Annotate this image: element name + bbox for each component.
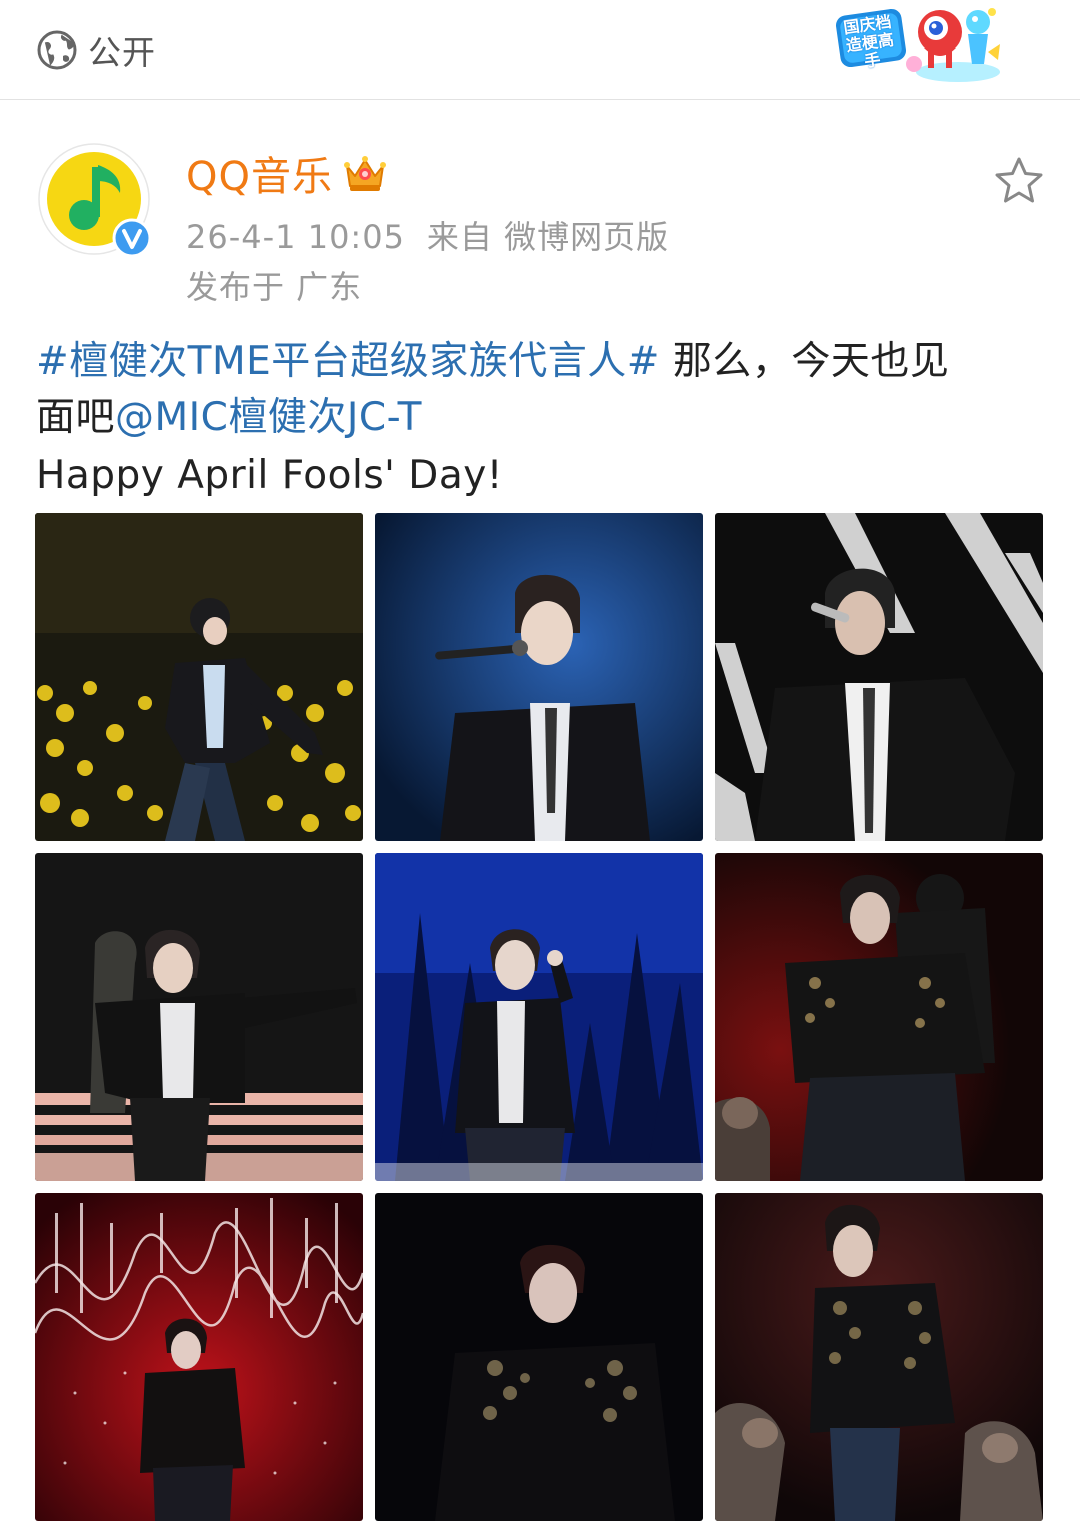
author-row: QQ音乐 [186, 148, 387, 200]
photo-2[interactable] [375, 513, 703, 841]
photo-6-image [715, 853, 1043, 1181]
mention-link[interactable]: @MIC檀健次JC-T [115, 395, 422, 440]
photo-4-image [35, 853, 363, 1181]
weibo-post-page: 公开 国庆档 造梗高手 QQ音乐 26-4-1 10:05 来自 微博网页版 发… [0, 0, 1080, 1533]
photo-2-image [375, 513, 703, 841]
photo-1[interactable] [35, 513, 363, 841]
globe-icon [37, 30, 77, 70]
photo-3-image [715, 513, 1043, 841]
post-text-line3: Happy April Fools' Day! [36, 453, 503, 498]
hashtag-link[interactable]: #檀健次TME平台超级家族代言人# [36, 339, 660, 384]
top-bar: 公开 国庆档 造梗高手 [0, 0, 1080, 100]
photo-grid [35, 513, 1044, 1521]
photo-4[interactable] [35, 853, 363, 1181]
visibility-label: 公开 [88, 33, 156, 72]
star-outline-icon[interactable] [994, 156, 1044, 204]
post-time: 26-4-1 10:05 [186, 218, 405, 256]
photo-5[interactable] [375, 853, 703, 1181]
photo-6[interactable] [715, 853, 1043, 1181]
crown-icon[interactable] [343, 152, 387, 194]
photo-8-image [375, 1193, 703, 1521]
photo-8[interactable] [375, 1193, 703, 1521]
photo-9-image [715, 1193, 1043, 1521]
post-meta: 26-4-1 10:05 来自 微博网页版 [186, 212, 669, 258]
post-text: #檀健次TME平台超级家族代言人# 那么，今天也见 面吧@MIC檀健次JC-T … [36, 334, 1046, 504]
photo-5-image [375, 853, 703, 1181]
photo-9[interactable] [715, 1193, 1043, 1521]
photo-1-image [35, 513, 363, 841]
photo-3[interactable] [715, 513, 1043, 841]
visibility-status[interactable]: 公开 [36, 28, 156, 72]
post-text-line1: 那么，今天也见 [659, 339, 950, 384]
photo-7-image [35, 1193, 363, 1521]
author-name[interactable]: QQ音乐 [186, 144, 333, 202]
post-text-line2: 面吧 [36, 395, 116, 440]
event-badge-text: 国庆档 造梗高手 [842, 11, 896, 71]
event-badge[interactable]: 国庆档 造梗高手 [828, 4, 1004, 86]
post-source: 来自 微博网页版 [426, 218, 670, 256]
photo-7[interactable] [35, 1193, 363, 1521]
post-location: 发布于 广东 [186, 268, 363, 306]
verified-v-icon [112, 218, 152, 258]
